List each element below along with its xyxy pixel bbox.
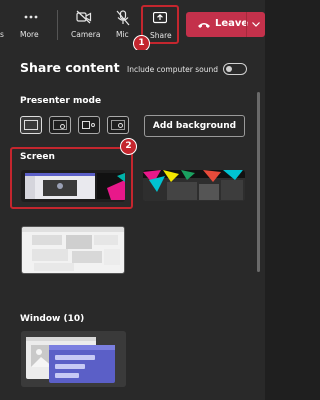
phone-hangup-icon [198,23,210,28]
content-only-icon [24,120,38,130]
share-label: Share [150,31,172,40]
annotation-badge-2: 2 [120,138,137,155]
panel-title: Share content [20,60,120,75]
more-label: More [20,30,39,39]
side-by-side-person-icon [91,123,95,127]
add-background-button[interactable]: Add background [144,115,245,137]
leave-label: Leave [215,18,249,29]
presenter-mode-reporter[interactable] [107,116,129,134]
partial-label: s [0,30,4,39]
ellipsis-icon [24,15,38,19]
camera-label: Camera [71,30,101,39]
panel-scrollbar[interactable] [257,92,260,272]
mic-button[interactable]: Mic [112,0,134,50]
screen-thumbnail-3[interactable] [21,226,125,274]
toggle-knob [226,65,232,72]
include-sound-label: Include computer sound [127,65,219,74]
leave-divider [246,12,247,37]
camera-button[interactable]: Camera [70,0,101,50]
side-by-side-icon [82,121,90,129]
screen-thumbnail-1[interactable] [21,170,125,202]
mic-label: Mic [116,30,129,39]
screen-3-preview-image [22,227,124,273]
leave-button[interactable]: Leave [186,12,265,37]
screen-heading: Screen [20,152,55,162]
screen-1-preview-image [21,170,125,202]
more-button[interactable]: More [18,0,44,50]
meeting-toolbar: s More Camera Mic Share 1 Leave [0,0,265,52]
include-sound-toggle[interactable] [223,63,247,75]
window-heading: Window (10) [20,314,85,324]
presenter-mode-heading: Presenter mode [20,96,102,106]
presenter-mode-side-by-side[interactable] [78,116,100,134]
toolbar-item-partial[interactable]: s [0,0,8,50]
window-1-preview-image [21,331,126,387]
screen-thumbnail-2[interactable] [143,170,245,201]
presenter-mode-standout[interactable] [49,116,71,134]
mic-off-icon [116,10,130,26]
standout-person-icon [60,124,65,129]
share-screen-icon [153,12,167,24]
camera-off-icon [76,10,92,24]
screen-2-preview-image [143,170,245,201]
presenter-mode-content-only[interactable] [20,116,42,134]
reporter-person-icon [118,123,123,128]
toolbar-divider [57,10,58,40]
chevron-down-icon[interactable] [252,22,260,27]
window-thumbnail-1[interactable] [21,331,126,387]
